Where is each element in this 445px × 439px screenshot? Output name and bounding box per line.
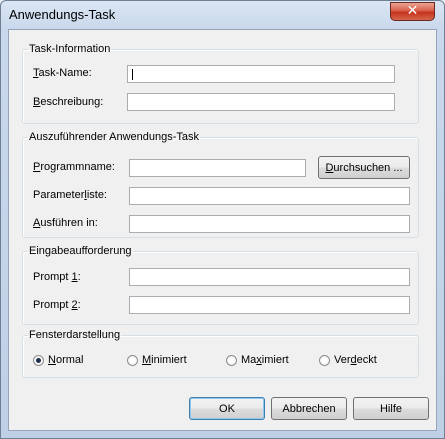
dialog-client-area: Task-Information Task-Name: Beschreibung…	[8, 29, 437, 431]
radio-maximized-label: Maximiert	[241, 354, 289, 366]
radio-maximized-dot	[226, 355, 237, 366]
radio-hidden-label: Verdeckt	[334, 354, 377, 366]
radio-normal-dot	[33, 355, 44, 366]
task-name-input[interactable]	[127, 65, 395, 83]
text-caret	[132, 69, 133, 80]
close-button[interactable]: ✕	[390, 2, 435, 21]
ok-button[interactable]: OK	[189, 397, 265, 420]
run-in-label: Ausführen in:	[33, 217, 98, 229]
task-information-group: Task-Information	[22, 43, 419, 124]
program-name-label: Programmname:	[33, 161, 115, 173]
prompt-2-label: Prompt 2:	[33, 299, 81, 311]
radio-minimized-label: Minimiert	[142, 354, 187, 366]
help-button[interactable]: Hilfe	[353, 397, 429, 420]
browse-button[interactable]: Durchsuchen ...	[318, 156, 410, 179]
prompt-1-input[interactable]	[129, 268, 410, 286]
prompt-legend: Eingabeaufforderung	[29, 245, 132, 257]
parameter-list-input[interactable]	[129, 187, 410, 205]
window-display-legend: Fensterdarstellung	[29, 329, 121, 341]
prompt-1-label: Prompt 1:	[33, 271, 81, 283]
radio-minimized-dot	[127, 355, 138, 366]
close-icon: ✕	[406, 3, 419, 19]
description-label: Beschreibung:	[33, 96, 104, 108]
dialog-window: Anwendungs-Task ✕ Task-Information Task-…	[0, 0, 445, 439]
task-name-label: Task-Name:	[33, 67, 92, 79]
run-in-input[interactable]	[129, 215, 410, 233]
prompt-2-input[interactable]	[129, 296, 410, 314]
parameter-list-label: Parameterliste:	[33, 189, 107, 201]
program-name-input[interactable]	[129, 159, 306, 177]
radio-normal-label: Normal	[48, 354, 84, 366]
cancel-button[interactable]: Abbrechen	[271, 397, 347, 420]
title-bar[interactable]: Anwendungs-Task ✕	[1, 1, 444, 29]
description-input[interactable]	[127, 93, 395, 111]
application-task-legend: Auszuführender Anwendungs-Task	[29, 131, 199, 143]
radio-hidden-dot	[319, 355, 330, 366]
task-information-legend: Task-Information	[29, 43, 111, 55]
window-title: Anwendungs-Task	[9, 7, 116, 22]
